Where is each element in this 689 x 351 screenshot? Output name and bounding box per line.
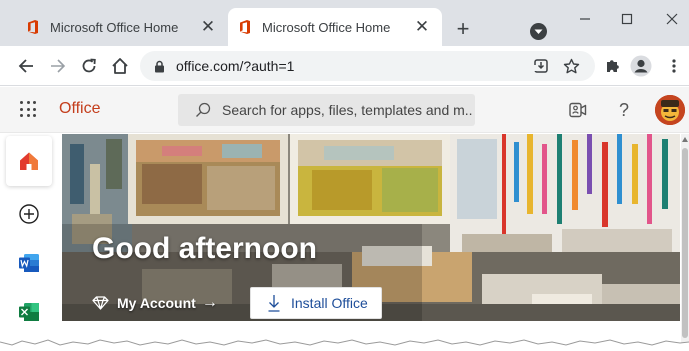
reload-button[interactable]	[77, 54, 101, 78]
arrow-right-icon: →	[201, 294, 218, 311]
new-tab-button[interactable]: +	[450, 16, 476, 42]
rail-word-button[interactable]	[6, 238, 52, 288]
word-icon	[19, 254, 39, 272]
scroll-up-arrow-icon[interactable]	[682, 137, 688, 142]
minimize-icon	[580, 18, 590, 20]
office-favicon-icon	[238, 19, 252, 35]
install-office-label: Install Office	[291, 295, 368, 311]
forward-arrow-icon	[51, 59, 66, 73]
user-avatar[interactable]	[655, 95, 685, 125]
address-bar[interactable]: office.com/?auth=1	[140, 51, 595, 81]
torn-edge-decoration	[0, 339, 689, 351]
minimize-button[interactable]	[570, 6, 600, 32]
search-icon	[194, 101, 212, 119]
browser-tab-title: Microsoft Office Home	[50, 19, 179, 35]
tab-close-icon[interactable]: ✕	[196, 15, 220, 39]
browser-tab-title: Microsoft Office Home	[262, 19, 391, 35]
my-account-link[interactable]: My Account →	[92, 294, 218, 312]
hero-banner: Good afternoon My Account → Install Offi…	[62, 134, 680, 321]
left-app-rail	[0, 134, 58, 351]
rail-excel-button[interactable]	[6, 287, 52, 337]
extensions-button[interactable]	[600, 54, 624, 78]
browser-menu-button[interactable]	[662, 54, 686, 78]
reload-icon	[82, 58, 96, 73]
greeting-heading: Good afternoon	[92, 232, 317, 265]
back-arrow-icon	[18, 59, 33, 73]
browser-tab-1[interactable]: Microsoft Office Home ✕	[16, 8, 228, 46]
my-account-label: My Account	[117, 295, 196, 311]
video-camera-icon	[569, 102, 587, 118]
install-app-icon[interactable]	[531, 56, 551, 76]
home-icon	[112, 58, 128, 74]
profile-button[interactable]	[629, 54, 653, 78]
tab-close-icon[interactable]: ✕	[410, 15, 434, 39]
search-input[interactable]	[222, 102, 472, 118]
rail-create-button[interactable]	[6, 189, 52, 239]
address-url: office.com/?auth=1	[176, 58, 295, 74]
meet-now-button[interactable]	[567, 99, 589, 121]
chevron-down-icon	[534, 29, 543, 34]
install-office-button[interactable]: Install Office	[250, 287, 382, 319]
close-icon	[666, 13, 678, 25]
close-window-button[interactable]	[657, 6, 687, 32]
office-favicon-icon	[26, 19, 40, 35]
download-icon	[267, 294, 281, 312]
home-icon	[20, 152, 38, 170]
office-brand[interactable]: Office	[59, 100, 101, 118]
app-launcher-icon[interactable]	[20, 101, 36, 117]
kebab-menu-icon	[672, 59, 676, 73]
plus-circle-icon	[19, 204, 39, 224]
rail-home-button[interactable]	[6, 136, 52, 186]
back-button[interactable]	[14, 54, 38, 78]
maximize-button[interactable]	[612, 6, 642, 32]
browser-toolbar: office.com/?auth=1	[0, 46, 689, 86]
maximize-icon	[621, 13, 633, 25]
bookmark-star-icon[interactable]	[561, 56, 581, 76]
excel-icon	[19, 303, 39, 321]
diamond-icon	[92, 296, 109, 310]
lock-icon	[152, 59, 166, 73]
office-header: Office ?	[0, 87, 689, 133]
home-button[interactable]	[108, 54, 132, 78]
profile-icon	[630, 55, 652, 77]
office-search[interactable]	[178, 94, 475, 126]
scrollbar-thumb[interactable]	[682, 148, 688, 338]
puzzle-icon	[607, 60, 619, 72]
forward-button[interactable]	[46, 54, 70, 78]
browser-tab-2[interactable]: Microsoft Office Home ✕	[228, 8, 442, 46]
page-scrollbar[interactable]	[681, 134, 689, 351]
tab-search-button[interactable]	[530, 23, 547, 40]
avatar-image	[655, 95, 685, 125]
browser-tab-strip: Microsoft Office Home ✕ Microsoft Office…	[0, 0, 689, 46]
help-button[interactable]: ?	[613, 99, 635, 121]
